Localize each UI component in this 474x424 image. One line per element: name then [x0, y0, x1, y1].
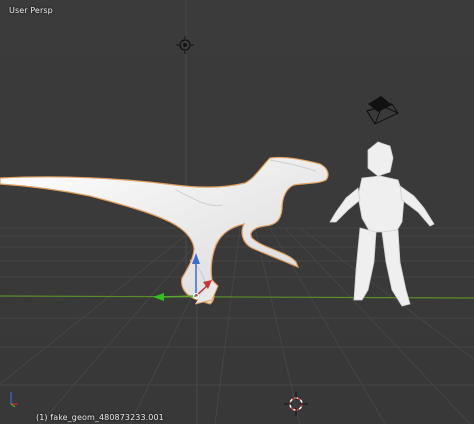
viewport-scene[interactable]: [0, 0, 474, 424]
view-label: User Persp: [9, 6, 53, 15]
3d-viewport[interactable]: User Persp (1) fake_geom_480873233.001: [0, 0, 474, 424]
object-info: (1) fake_geom_480873233.001: [36, 413, 164, 422]
